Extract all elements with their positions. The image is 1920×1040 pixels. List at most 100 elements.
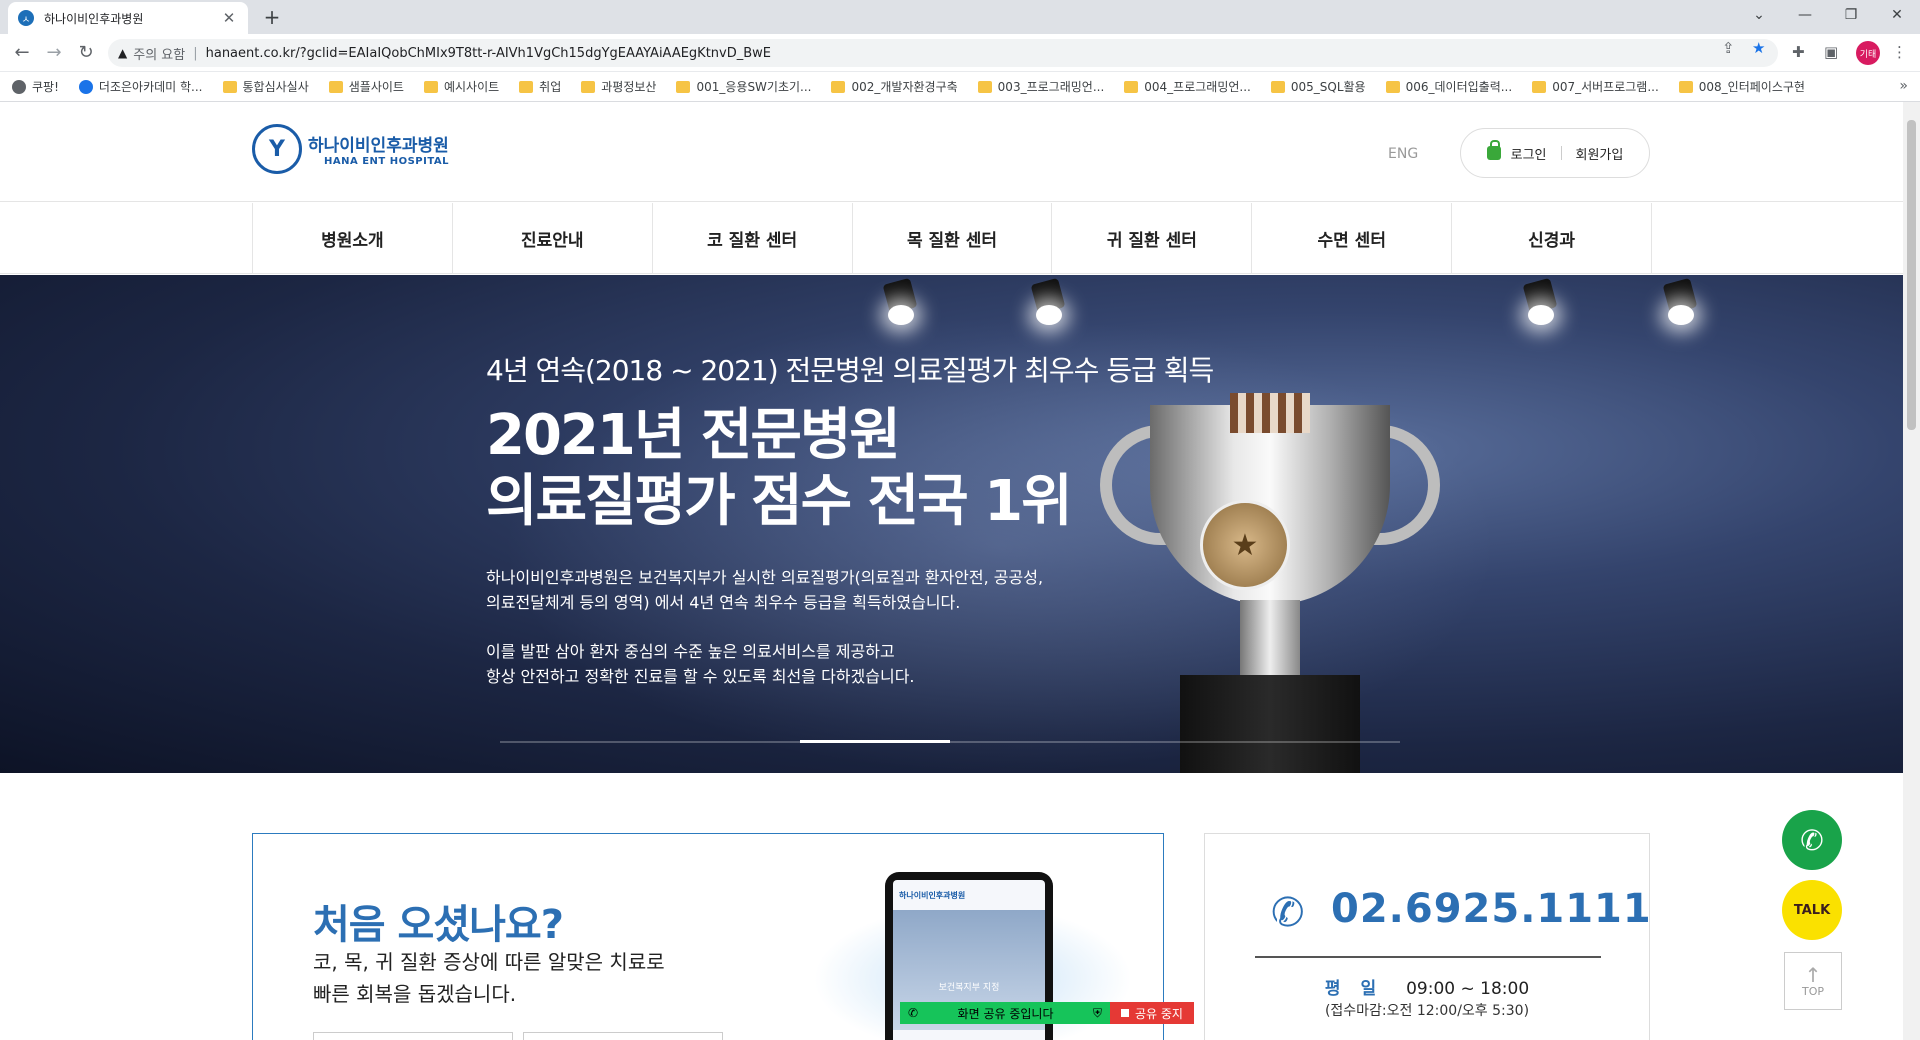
first-visit-title: 처음 오셨나요?: [313, 902, 564, 948]
shield-icon: ⛨: [1092, 1005, 1102, 1020]
kakaotalk-button[interactable]: TALK: [1782, 880, 1842, 940]
folder-icon: [676, 80, 691, 93]
phone-logo: 하나이비인후과병원: [899, 891, 966, 900]
phone-caption: 보건복지부 지정: [938, 983, 1000, 993]
quick-tab[interactable]: [313, 1032, 513, 1040]
hero-subtitle: 4년 연속(2018 ~ 2021) 전문병원 의료질평가 최우수 등급 획득: [486, 354, 1214, 387]
folder-icon: [1270, 80, 1285, 93]
top-label: TOP: [1801, 984, 1824, 998]
screen-share-bar: ✆ 화면 공유 중입니다 ⛨ 공유 중지: [900, 1002, 1194, 1024]
bookmark-star-icon[interactable]: ★: [1752, 39, 1765, 57]
quick-tab[interactable]: [523, 1032, 723, 1040]
tab-title: 하나이비인후과병원: [44, 11, 144, 26]
bookmark-folder[interactable]: 003_프로그래밍언...: [977, 78, 1104, 95]
nav-ear-center[interactable]: 귀 질환 센터: [1052, 203, 1253, 274]
hero-desc-line: 하나이비인후과병원은 보건복지부가 실시한 의료질평가(의료질과 환자안전, 공…: [486, 568, 1044, 587]
reload-icon[interactable]: ↻: [74, 41, 98, 65]
folder-icon: [831, 80, 846, 93]
bookmark-folder[interactable]: 002_개발자환경구축: [831, 78, 958, 95]
hours-value: 09:00 ~ 18:00: [1406, 979, 1530, 999]
signup-link[interactable]: 회원가입: [1576, 144, 1624, 163]
bookmark-folder[interactable]: 005_SQL활용: [1270, 78, 1366, 95]
folder-icon: [977, 80, 992, 93]
scroll-top-button[interactable]: ↑ TOP: [1784, 952, 1842, 1010]
nav-neurology[interactable]: 신경과: [1452, 203, 1653, 274]
forward-icon[interactable]: →: [42, 41, 66, 65]
security-warning[interactable]: 주의 요함: [133, 44, 185, 63]
weekday-hours: 평일 09:00 ~ 18:00: [1205, 974, 1649, 999]
new-tab-button[interactable]: +: [260, 6, 284, 30]
spotlight-icon: [1028, 275, 1068, 335]
phone-icon: ✆: [1271, 890, 1305, 936]
call-button[interactable]: ✆: [1782, 810, 1842, 870]
login-link[interactable]: 로그인: [1511, 144, 1547, 163]
bookmark-folder[interactable]: 007_서버프로그램...: [1532, 78, 1659, 95]
minimize-icon[interactable]: —: [1782, 0, 1828, 30]
bookmark-folder[interactable]: 예시사이트: [423, 78, 499, 95]
tab-search-icon[interactable]: ⌄: [1736, 0, 1782, 30]
browser-tab-strip: ㅅ 하나이비인후과병원 ✕ + ⌄ — ❐ ✕: [0, 0, 1920, 34]
extensions-icon[interactable]: ✚: [1792, 43, 1805, 61]
folder-icon: [328, 80, 343, 93]
scrollbar-thumb[interactable]: [1907, 120, 1916, 430]
language-eng-link[interactable]: ENG: [1388, 146, 1418, 162]
browser-toolbar: ← → ↻ ▲ 주의 요함 | hanaent.co.kr/?gclid=EAI…: [0, 34, 1920, 72]
folder-icon: [581, 80, 596, 93]
tab-close-icon[interactable]: ✕: [220, 9, 238, 27]
hero-title-line1: 2021년 전문병원: [486, 403, 901, 468]
phone-number[interactable]: 02.6925.1111: [1331, 886, 1652, 932]
bookmarks-bar: 쿠팡! 더조은아카데미 학... 통합심사실사 샘플사이트 예시사이트 취업 과…: [0, 72, 1920, 102]
folder-icon: [222, 80, 237, 93]
address-bar[interactable]: ▲ 주의 요함 | hanaent.co.kr/?gclid=EAIaIQobC…: [108, 39, 1778, 67]
stop-sharing-label: 공유 중지: [1135, 1006, 1183, 1021]
nav-nose-center[interactable]: 코 질환 센터: [653, 203, 853, 274]
bookmarks-overflow-icon[interactable]: »: [1899, 78, 1908, 94]
bookmark-folder[interactable]: 통합심사실사: [222, 78, 309, 95]
folder-icon: [423, 80, 438, 93]
reception-deadline: (접수마감:오전 12:00/오후 5:30): [1324, 1003, 1530, 1019]
bookmark-folder[interactable]: 샘플사이트: [328, 78, 404, 95]
folder-icon: [519, 80, 534, 93]
nav-hospital-intro[interactable]: 병원소개: [253, 203, 453, 274]
browser-tab[interactable]: ㅅ 하나이비인후과병원 ✕: [8, 2, 248, 34]
profile-avatar[interactable]: 기태: [1856, 41, 1880, 65]
hours-label: 평일: [1324, 979, 1397, 999]
restore-icon[interactable]: ❐: [1828, 0, 1874, 30]
bookmark-folder[interactable]: 과평정보산: [581, 78, 656, 95]
folder-icon: [1532, 80, 1547, 93]
stop-sharing-button[interactable]: 공유 중지: [1110, 1002, 1194, 1024]
spotlight-icon: [880, 275, 920, 335]
bookmark-folder[interactable]: 취업: [519, 78, 561, 95]
hero-desc-line: 이를 발판 삼아 환자 중심의 수준 높은 의료서비스를 제공하고: [486, 642, 895, 661]
hero-title: 2021년 전문병원 의료질평가 점수 전국 1위: [486, 403, 1073, 535]
menu-icon[interactable]: ⋮: [1892, 43, 1907, 61]
hero-banner[interactable]: ★ 4년 연속(2018 ~ 2021) 전문병원 의료질평가 최우수 등급 획…: [0, 275, 1903, 773]
url-text[interactable]: hanaent.co.kr/?gclid=EAIaIQobChMIx9T8tt-…: [206, 46, 771, 61]
back-icon[interactable]: ←: [10, 41, 34, 65]
folder-icon: [1385, 80, 1400, 93]
bookmark-folder[interactable]: 004_프로그래밍언...: [1124, 78, 1251, 95]
page-scrollbar[interactable]: [1903, 102, 1920, 1040]
logo-english: HANA ENT HOSPITAL: [324, 156, 449, 167]
nav-throat-center[interactable]: 목 질환 센터: [853, 203, 1053, 274]
first-visit-line: 코, 목, 귀 질환 증상에 따른 알맞은 치료로: [313, 950, 665, 974]
side-panel-icon[interactable]: ▣: [1824, 43, 1838, 61]
nav-treatment-guide[interactable]: 진료안내: [453, 203, 653, 274]
contact-divider: [1255, 956, 1601, 958]
bookmark-item[interactable]: 쿠팡!: [12, 78, 59, 95]
bookmark-folder[interactable]: 006_데이터입출력...: [1385, 78, 1512, 95]
nav-sleep-center[interactable]: 수면 센터: [1252, 203, 1453, 274]
bookmark-folder[interactable]: 001_응용SW기초기...: [676, 78, 811, 95]
share-icon[interactable]: ⇪: [1722, 39, 1735, 57]
globe-icon: [12, 79, 26, 94]
hospital-logo[interactable]: Y 하나이비인후과병원 HANA ENT HOSPITAL: [252, 124, 449, 174]
folder-icon: [1124, 80, 1139, 93]
bookmark-item[interactable]: 더조은아카데미 학...: [78, 78, 203, 95]
slider-progress[interactable]: [500, 740, 1400, 743]
spotlight-icon: [1660, 275, 1700, 335]
warning-icon[interactable]: ▲: [118, 46, 127, 60]
bookmark-folder[interactable]: 008_인터페이스구현: [1678, 78, 1805, 95]
first-visit-text: 코, 목, 귀 질환 증상에 따른 알맞은 치료로 빠른 회복을 돕겠습니다.: [313, 946, 665, 1010]
phone-icon: ✆: [908, 1006, 919, 1020]
close-window-icon[interactable]: ✕: [1874, 0, 1920, 30]
